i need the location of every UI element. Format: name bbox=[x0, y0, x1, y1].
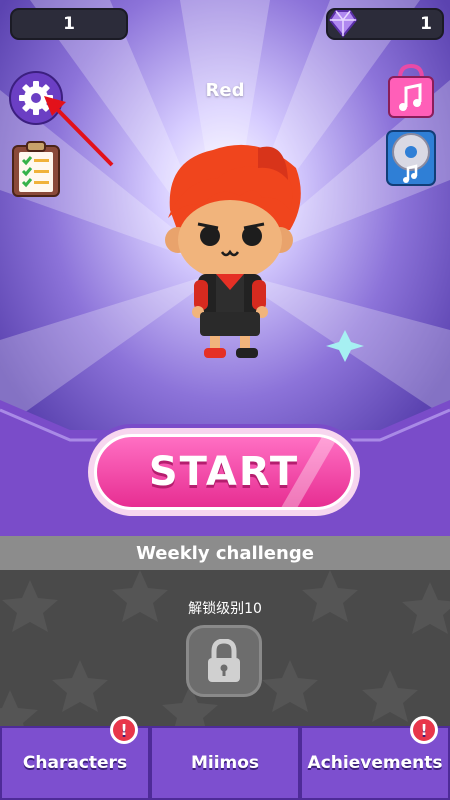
tab-miimos-label: Miimos bbox=[190, 753, 260, 773]
locked-challenge bbox=[186, 625, 262, 697]
coin-counter: 1 bbox=[10, 8, 128, 40]
lock-icon bbox=[208, 639, 240, 682]
music-shop-bag-icon[interactable] bbox=[384, 62, 438, 120]
unlock-level-text: 解锁级别10 bbox=[188, 601, 262, 617]
tab-characters-label: Characters bbox=[22, 753, 128, 773]
music-disc-icon[interactable] bbox=[384, 128, 438, 188]
tab-achievements-label: Achievements bbox=[307, 753, 443, 773]
gem-count: 1 bbox=[420, 14, 432, 34]
notification-badge: ! bbox=[110, 716, 138, 744]
notification-badge: ! bbox=[410, 716, 438, 744]
weekly-challenge-title: Weekly challenge bbox=[136, 542, 314, 564]
checklist-clipboard-icon[interactable] bbox=[10, 140, 62, 198]
gem-icon bbox=[328, 10, 358, 38]
weekly-challenge-header: Weekly challenge bbox=[0, 536, 450, 570]
bottom-tab-bar: Characters ! Miimos Achievements ! bbox=[0, 716, 450, 800]
tab-characters[interactable]: Characters ! bbox=[0, 716, 150, 800]
tab-achievements[interactable]: Achievements ! bbox=[300, 716, 450, 800]
character-avatar bbox=[165, 144, 301, 358]
start-button[interactable]: START bbox=[94, 434, 354, 510]
start-button-label: START bbox=[148, 449, 300, 495]
tab-miimos[interactable]: Miimos bbox=[150, 726, 300, 800]
coin-count: 1 bbox=[63, 14, 75, 34]
notification-badge-mark: ! bbox=[120, 721, 128, 739]
notification-badge-mark: ! bbox=[420, 721, 428, 739]
start-button-frame: START bbox=[88, 428, 360, 516]
